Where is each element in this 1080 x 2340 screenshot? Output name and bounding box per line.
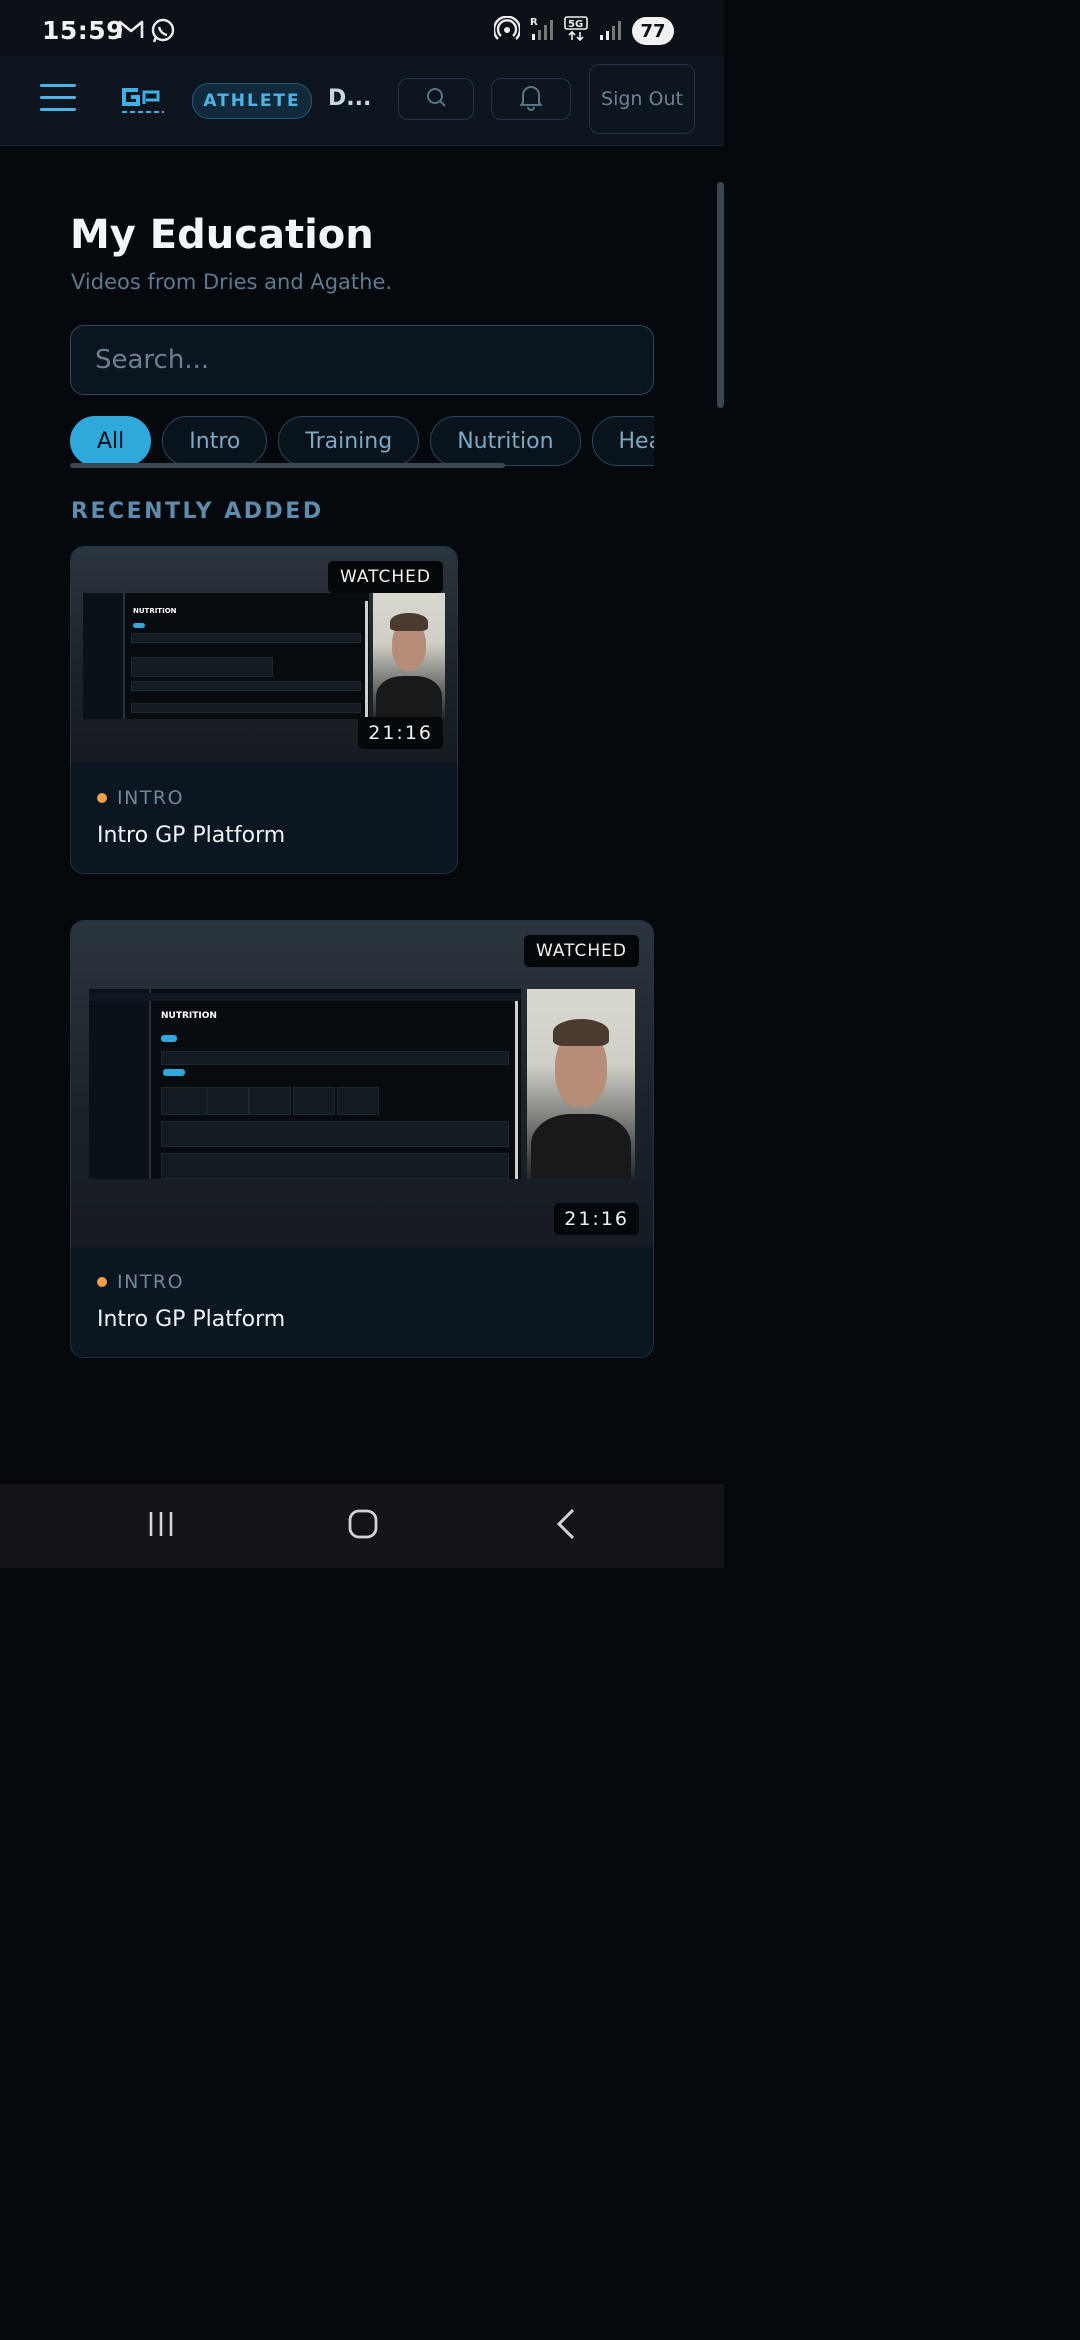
presenter-hair	[390, 613, 428, 631]
recent-apps-icon	[146, 1509, 176, 1543]
system-navigation-bar	[0, 1484, 724, 1568]
thumbnail-row	[161, 1051, 509, 1065]
filter-chip-health[interactable]: Health	[591, 416, 654, 466]
thumbnail-stat	[249, 1087, 291, 1115]
home-button[interactable]	[333, 1504, 393, 1548]
menu-icon-line	[40, 84, 76, 87]
presenter-video-feed	[373, 593, 445, 719]
whatsapp-icon	[150, 18, 176, 48]
category-dot-icon	[97, 1277, 107, 1287]
presenter-hood	[375, 676, 443, 719]
video-card[interactable]: NUTRITION WATCHED 21:16 INTRO Intro GP P…	[70, 546, 458, 874]
hotspot-icon	[492, 15, 522, 46]
thumbnail-stat	[293, 1087, 335, 1115]
app-header: ATHLETE D... Sign Out	[0, 56, 724, 146]
status-left-icons	[118, 18, 176, 48]
gmail-icon	[118, 18, 144, 48]
thumbnail-scrollbar	[515, 1001, 518, 1179]
video-title[interactable]: Intro GP Platform	[97, 1307, 285, 1332]
search-icon	[425, 86, 447, 112]
hamburger-menu-button[interactable]	[40, 84, 76, 118]
video-thumbnail[interactable]: NUTRITION WATCHED 21:16	[71, 547, 457, 763]
video-meta: INTRO	[97, 1271, 184, 1293]
thumbnail-screen-capture: NUTRITION	[83, 593, 369, 719]
notifications-button[interactable]	[491, 78, 571, 120]
user-name-truncated[interactable]: D...	[328, 86, 371, 111]
thumbnail-sidebar	[89, 989, 152, 1179]
menu-icon-line	[40, 108, 76, 111]
header-search-button[interactable]	[398, 78, 474, 120]
thumbnail-topbar	[89, 993, 521, 1001]
battery-indicator: 77	[632, 17, 674, 45]
svg-text:5G: 5G	[568, 19, 583, 30]
thumbnail-row	[131, 681, 361, 691]
home-icon	[347, 1508, 379, 1544]
brand-logo-icon[interactable]	[120, 86, 166, 116]
filter-chip-all[interactable]: All	[70, 416, 152, 466]
status-time: 15:59	[42, 16, 125, 45]
signal-roaming-icon: R	[530, 16, 554, 46]
video-card[interactable]: NUTRITION WATCHED 21:16 INTRO Intro GP P…	[70, 920, 654, 1358]
filter-chip-nutrition[interactable]: Nutrition	[430, 416, 581, 466]
thumbnail-tab	[161, 1035, 177, 1042]
thumbnail-heading: NUTRITION	[161, 1011, 217, 1021]
section-heading-recent: RECENTLY ADDED	[71, 499, 324, 524]
thumbnail-row	[161, 1121, 509, 1147]
sign-out-button[interactable]: Sign Out	[589, 64, 695, 134]
5g-icon: 5G	[564, 16, 588, 46]
back-button[interactable]	[536, 1504, 596, 1548]
filter-chip-training[interactable]: Training	[278, 416, 420, 466]
recent-apps-button[interactable]	[131, 1504, 191, 1548]
thumbnail-stat	[161, 1087, 209, 1115]
page-subtitle: Videos from Dries and Agathe.	[71, 270, 393, 294]
signal-icon	[598, 17, 622, 45]
filter-chip-intro[interactable]: Intro	[162, 416, 268, 466]
watched-badge: WATCHED	[523, 935, 639, 967]
menu-icon-line	[40, 96, 76, 99]
watched-badge: WATCHED	[327, 561, 443, 593]
back-arrow-icon	[553, 1507, 579, 1545]
category-dot-icon	[97, 793, 107, 803]
thumbnail-sidebar	[83, 593, 126, 719]
status-right-icons: R 5G 77	[492, 15, 674, 46]
presenter-hair	[552, 1019, 610, 1046]
video-category: INTRO	[117, 787, 185, 809]
presenter-hood	[531, 1114, 631, 1179]
thumbnail-tab	[133, 623, 145, 628]
page-scrollbar[interactable]	[717, 182, 724, 408]
video-meta: INTRO	[97, 787, 184, 809]
thumbnail-row	[131, 657, 273, 677]
filter-scroll-indicator[interactable]	[70, 463, 505, 468]
presenter-video-feed	[527, 989, 635, 1179]
thumbnail-stat	[207, 1087, 249, 1115]
thumbnail-scrollbar	[365, 601, 368, 719]
status-bar: 15:59 R 5G 77	[0, 0, 724, 56]
video-title[interactable]: Intro GP Platform	[97, 823, 285, 848]
thumbnail-row	[131, 633, 361, 643]
svg-text:R: R	[530, 17, 538, 28]
thumbnail-heading: NUTRITION	[133, 607, 177, 615]
thumbnail-row	[131, 703, 361, 713]
page-title: My Education	[70, 212, 374, 258]
thumbnail-screen-capture: NUTRITION	[89, 989, 521, 1179]
thumbnail-row	[161, 1153, 509, 1179]
video-thumbnail[interactable]: NUTRITION WATCHED 21:16	[71, 921, 653, 1247]
category-filter-bar[interactable]: All Intro Training Nutrition Health	[70, 416, 654, 468]
video-duration: 21:16	[358, 717, 443, 749]
role-badge: ATHLETE	[192, 83, 312, 119]
video-category: INTRO	[117, 1271, 185, 1293]
thumbnail-tab	[163, 1069, 185, 1076]
search-input[interactable]	[70, 325, 654, 395]
bell-icon	[518, 83, 544, 115]
video-duration: 21:16	[554, 1203, 639, 1235]
thumbnail-stat	[337, 1087, 379, 1115]
